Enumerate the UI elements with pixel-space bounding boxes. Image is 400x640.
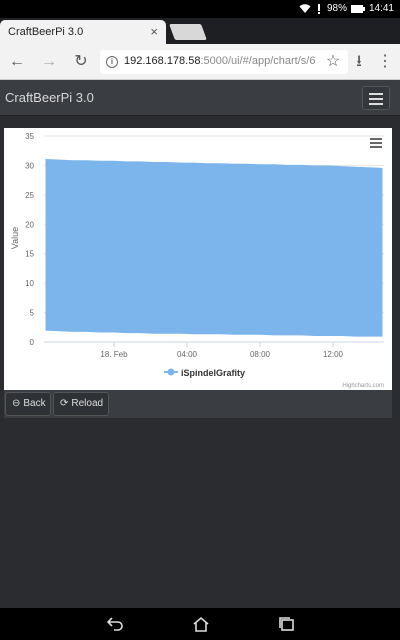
app-brand[interactable]: CraftBeerPi 3.0 [5,90,94,105]
legend-item[interactable]: iSpindelGrafity [164,368,245,378]
series-area-ispindelgrafity[interactable] [45,158,383,337]
y-axis-label: Value [10,227,20,249]
back-button[interactable]: ⊖ Back [5,392,51,416]
hamburger-line [369,93,383,95]
download-icon[interactable]: ⭳ [350,53,368,71]
reload-button[interactable]: ⟳ Reload [53,392,109,416]
back-button-label: Back [23,398,46,409]
back-arrow-icon[interactable]: ← [8,53,26,71]
url-host: 192.168.178.58 [124,55,201,67]
clock-time: 14:41 [368,3,394,14]
legend-label: iSpindelGrafity [181,368,245,378]
chart-context-menu-icon[interactable] [370,138,382,148]
x-tick-label: 12:00 [323,350,344,359]
tab-title: CraftBeerPi 3.0 [8,26,84,38]
app-navbar: CraftBeerPi 3.0 [0,80,400,116]
y-tick-label: 30 [25,161,34,170]
y-tick-label: 5 [30,309,35,318]
area-chart: 35 30 25 20 15 10 5 0 18. Feb 04:00 08:00 12:00 Va… [10,132,384,389]
battery-icon [350,4,365,13]
android-recents-icon[interactable] [278,616,296,632]
x-tick-label: 04:00 [177,350,198,359]
address-bar[interactable]: i 192.168.178.58:5000/ui/#/app/chart/s/6 [100,50,348,74]
bookmark-star-icon[interactable]: ☆ [324,53,342,71]
chart-panel: 35 30 25 20 15 10 5 0 18. Feb 04:00 08:00 12:00 Va… [4,128,392,390]
y-tick-label: 20 [25,220,34,229]
browser-toolbar: ← → ↻ i 192.168.178.58:5000/ui/#/app/cha… [0,44,400,80]
y-tick-label: 10 [25,279,34,288]
close-tab-icon[interactable]: × [150,24,158,39]
reload-button-label: Reload [71,398,104,409]
android-home-icon[interactable] [192,616,210,632]
y-tick-label: 25 [25,191,34,200]
android-back-icon[interactable] [106,616,124,632]
refresh-icon[interactable]: ↻ [72,53,90,71]
forward-arrow-icon[interactable]: → [40,53,58,71]
wifi-icon [299,3,311,13]
browser-menu-icon[interactable]: ⋮ [376,53,394,71]
browser-tab-strip: CraftBeerPi 3.0 × [0,18,400,44]
legend-point-marker [167,368,175,376]
hamburger-line [369,98,383,100]
browser-tab-active[interactable]: CraftBeerPi 3.0 × [0,20,166,44]
hamburger-menu-button[interactable] [362,86,390,110]
chart-footer: ⊖ Back ⟳ Reload [4,390,392,418]
y-tick-label: 35 [25,132,34,141]
android-nav-bar [0,608,400,640]
info-icon[interactable]: i [106,56,118,68]
new-tab-button[interactable] [169,24,207,40]
y-tick-label: 0 [30,338,35,347]
circle-arrow-left-icon: ⊖ [12,398,21,409]
y-tick-label: 15 [25,250,34,259]
hamburger-line [369,103,383,105]
android-status-bar: 98% 14:41 [0,0,400,18]
url-path: :5000/ui/#/app/chart/s/6 [200,55,316,67]
reload-icon: ⟳ [60,398,69,409]
battery-percent: 98% [326,3,347,14]
x-tick-label: 08:00 [250,350,271,359]
x-tick-label: 18. Feb [100,350,128,359]
alarm-icon [317,3,320,14]
highcharts-credits[interactable]: Highcharts.com [342,383,384,389]
